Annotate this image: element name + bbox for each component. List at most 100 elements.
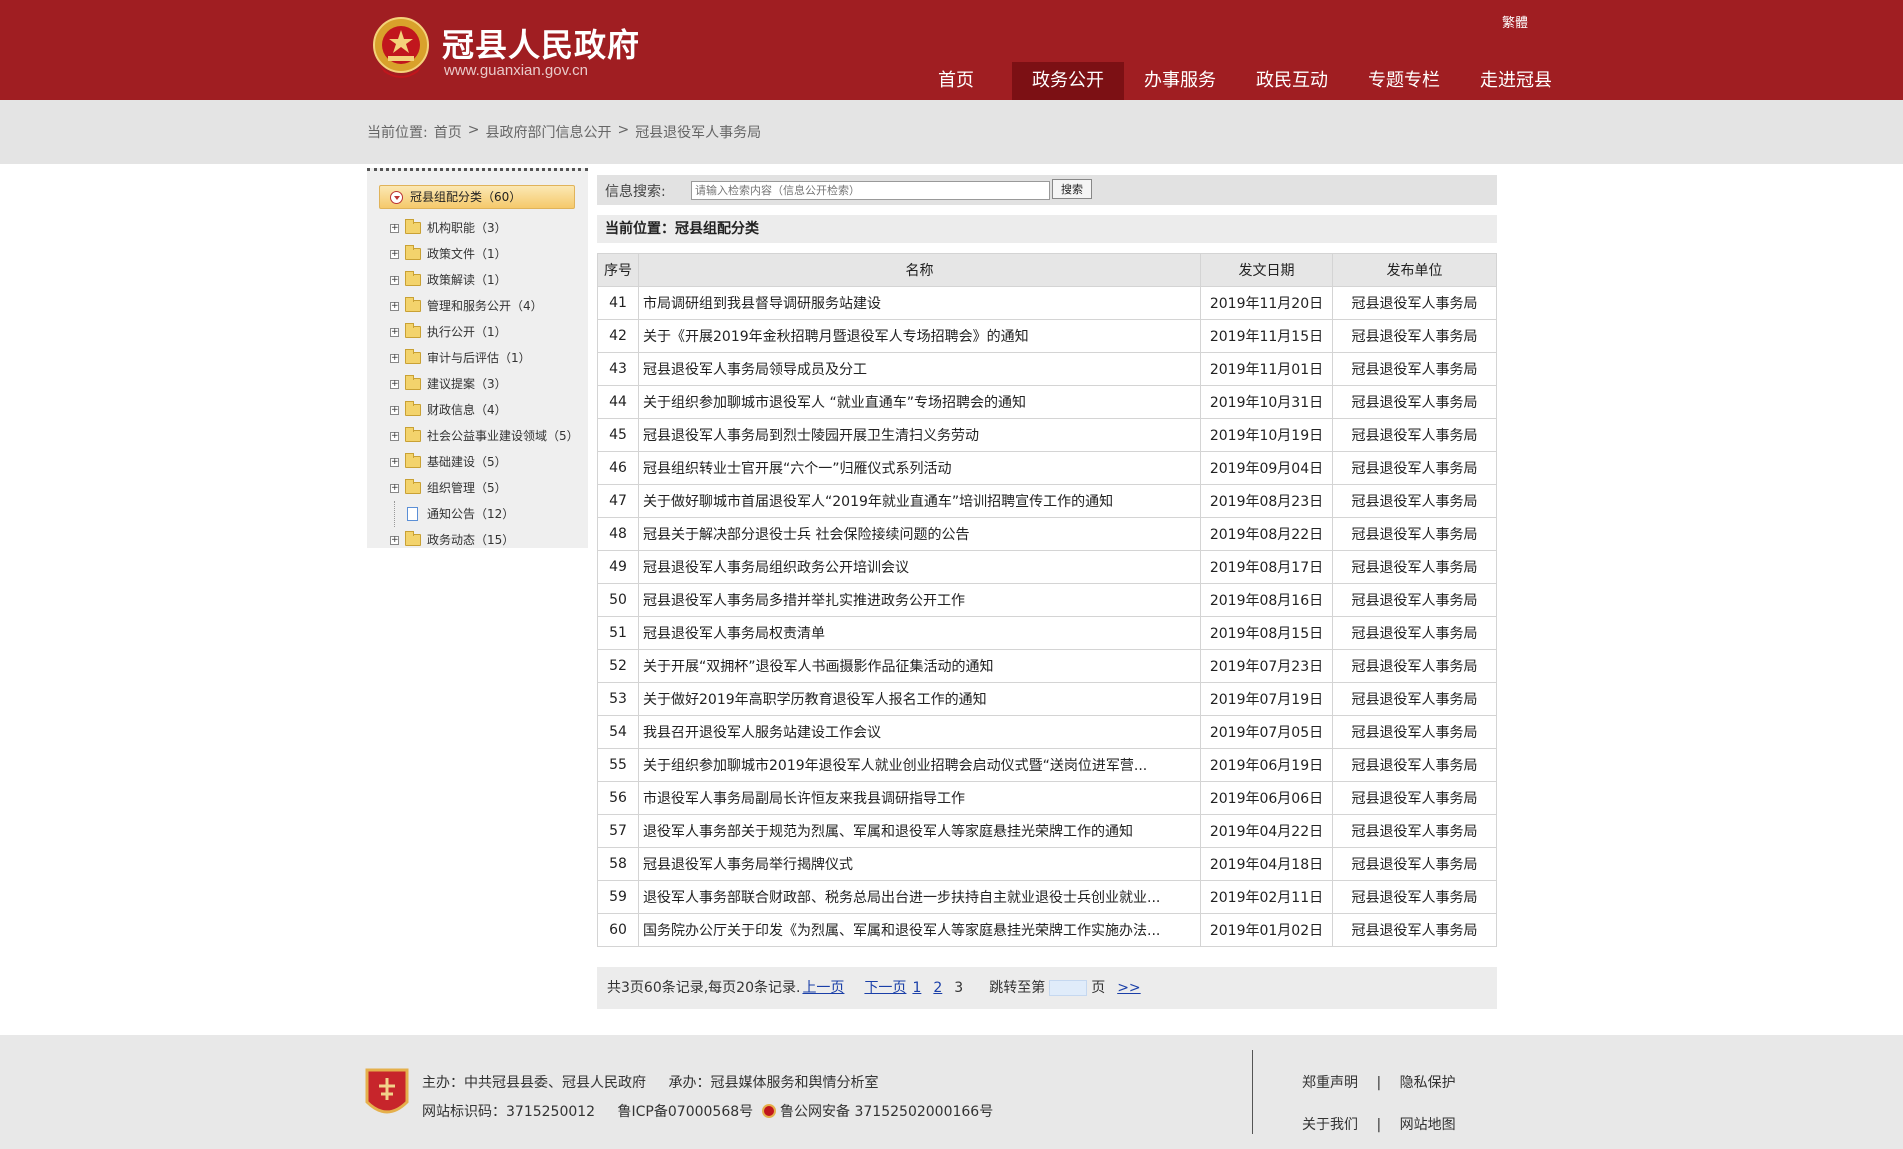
jump-go-link[interactable]: >> bbox=[1117, 967, 1140, 1009]
breadcrumb-dept-info[interactable]: 县政府部门信息公开 bbox=[485, 122, 611, 142]
search-bar: 信息搜索: 搜索 bbox=[597, 175, 1497, 205]
tree-node[interactable]: + 财政信息（4） bbox=[367, 397, 588, 423]
document-title-link[interactable]: 冠县退役军人事务局权责清单 bbox=[638, 616, 1201, 650]
footer-privacy-link[interactable]: 隐私保护 bbox=[1400, 1075, 1456, 1091]
tree-node[interactable]: + 社会公益事业建设领域（5） bbox=[367, 423, 588, 449]
jump-suffix: 页 bbox=[1091, 980, 1106, 996]
party-gov-badge-icon[interactable] bbox=[363, 1066, 411, 1122]
nav-interaction[interactable]: 政民互动 bbox=[1236, 62, 1348, 100]
expand-icon[interactable]: + bbox=[390, 250, 399, 259]
tree-node-label: 审计与后评估（1） bbox=[427, 351, 531, 365]
footer-sitemap-link[interactable]: 网站地图 bbox=[1400, 1117, 1456, 1133]
table-row: 52 关于开展“双拥杯”退役军人书画摄影作品征集活动的通知 2019年07月23日冠… bbox=[597, 649, 1497, 683]
document-title-link[interactable]: 冠县退役军人事务局领导成员及分工 bbox=[638, 352, 1201, 386]
document-title-link[interactable]: 冠县退役军人事务局举行揭牌仪式 bbox=[638, 847, 1201, 881]
document-title-link[interactable]: 国务院办公厅关于印发《为烈属、军属和退役军人等家庭悬挂光荣牌工作实施办法... bbox=[638, 913, 1201, 947]
publish-date: 2019年11月15日 bbox=[1200, 319, 1333, 353]
expand-icon[interactable]: + bbox=[390, 224, 399, 233]
document-title-link[interactable]: 退役军人事务部关于规范为烈属、军属和退役军人等家庭悬挂光荣牌工作的通知 bbox=[638, 814, 1201, 848]
page-1-link[interactable]: 1 bbox=[912, 967, 921, 1009]
document-title-link[interactable]: 关于做好聊城市首届退役军人“2019年就业直通车”培训招聘宣传工作的通知 bbox=[638, 484, 1201, 518]
folder-icon bbox=[405, 323, 421, 338]
breadcrumb-home[interactable]: 首页 bbox=[434, 122, 462, 142]
jump-page-input[interactable] bbox=[1049, 980, 1088, 996]
nav-about-county[interactable]: 走进冠县 bbox=[1460, 62, 1572, 100]
tree-node[interactable]: + 政策解读（1） bbox=[367, 267, 588, 293]
footer-statement-link[interactable]: 郑重声明 bbox=[1302, 1075, 1358, 1091]
document-title-link[interactable]: 关于《开展2019年金秋招聘月暨退役军人专场招聘会》的通知 bbox=[638, 319, 1201, 353]
nav-special-topics[interactable]: 专题专栏 bbox=[1348, 62, 1460, 100]
expand-icon[interactable]: + bbox=[390, 458, 399, 467]
document-title-link[interactable]: 关于组织参加聊城市2019年退役军人就业创业招聘会启动仪式暨“送岗位进军营... bbox=[638, 748, 1201, 782]
tree-node[interactable]: + 政策文件（1） bbox=[367, 241, 588, 267]
expand-icon[interactable]: + bbox=[390, 406, 399, 415]
document-title-link[interactable]: 冠县组织转业士官开展“六个一”归雁仪式系列活动 bbox=[638, 451, 1201, 485]
tree-node[interactable]: + 政务动态（15） bbox=[367, 527, 588, 553]
nav-home[interactable]: 首页 bbox=[900, 62, 1012, 100]
site-title[interactable]: 冠县人民政府 bbox=[442, 20, 640, 66]
icp-link[interactable]: 鲁ICP备07000568号 bbox=[618, 1104, 754, 1120]
footer-about-link[interactable]: 关于我们 bbox=[1302, 1117, 1358, 1133]
tree-node[interactable]: + 管理和服务公开（4） bbox=[367, 293, 588, 319]
expand-icon[interactable]: + bbox=[390, 484, 399, 493]
folder-icon bbox=[405, 297, 421, 312]
prev-page-link[interactable]: 上一页 bbox=[802, 967, 844, 1009]
document-title-link[interactable]: 关于组织参加聊城市退役军人 “就业直通车”专场招聘会的通知 bbox=[638, 385, 1201, 419]
document-title-link[interactable]: 冠县退役军人事务局到烈士陵园开展卫生清扫义务劳动 bbox=[638, 418, 1201, 452]
tree-node[interactable]: + 组织管理（5） bbox=[367, 475, 588, 501]
publishing-unit: 冠县退役军人事务局 bbox=[1332, 913, 1497, 947]
police-record-link[interactable]: 鲁公网安备 37152502000166号 bbox=[780, 1104, 993, 1120]
footer-sponsor: 主办：中共冠县县委、冠县人民政府 承办：冠县媒体服务和舆情分析室 bbox=[422, 1072, 878, 1092]
publishing-unit: 冠县退役军人事务局 bbox=[1332, 715, 1497, 749]
table-row: 45 冠县退役军人事务局到烈士陵园开展卫生清扫义务劳动 2019年10月19日 冠县退… bbox=[597, 418, 1497, 452]
table-row: 44 关于组织参加聊城市退役军人 “就业直通车”专场招聘会的通知 2019年10月3… bbox=[597, 385, 1497, 419]
document-title-link[interactable]: 关于开展“双拥杯”退役军人书画摄影作品征集活动的通知 bbox=[638, 649, 1201, 683]
footer-divider bbox=[1252, 1050, 1253, 1134]
expand-icon[interactable]: + bbox=[390, 536, 399, 545]
page-2-link[interactable]: 2 bbox=[933, 967, 942, 1009]
header-bar: 冠县人民政府 www.guanxian.gov.cn 繁體 首页 政务公开 办事… bbox=[0, 0, 1903, 100]
expand-icon[interactable]: + bbox=[390, 354, 399, 363]
pager-summary: 共3页60条记录,每页20条记录. bbox=[607, 980, 801, 996]
traditional-chinese-link[interactable]: 繁體 bbox=[1502, 12, 1528, 31]
expand-icon[interactable]: + bbox=[390, 380, 399, 389]
document-title-link[interactable]: 关于做好2019年高职学历教育退役军人报名工作的通知 bbox=[638, 682, 1201, 716]
tree-node[interactable]: + 基础建设（5） bbox=[367, 449, 588, 475]
publishing-unit: 冠县退役军人事务局 bbox=[1332, 352, 1497, 386]
publish-date: 2019年01月02日 bbox=[1200, 913, 1333, 947]
document-title-link[interactable]: 退役军人事务部联合财政部、税务总局出台进一步扶持自主就业退役士兵创业就业... bbox=[638, 880, 1201, 914]
next-page-link[interactable]: 下一页 bbox=[864, 967, 906, 1009]
folder-icon bbox=[405, 479, 421, 494]
document-title-link[interactable]: 冠县退役军人事务局组织政务公开培训会议 bbox=[638, 550, 1201, 584]
expand-icon[interactable]: + bbox=[390, 302, 399, 311]
tree-node[interactable]: + 建议提案（3） bbox=[367, 371, 588, 397]
row-number: 42 bbox=[597, 319, 639, 353]
document-title-link[interactable]: 冠县退役军人事务局多措并举扎实推进政务公开工作 bbox=[638, 583, 1201, 617]
publishing-unit: 冠县退役军人事务局 bbox=[1332, 583, 1497, 617]
expand-icon[interactable]: + bbox=[390, 328, 399, 337]
tree-node[interactable]: + 审计与后评估（1） bbox=[367, 345, 588, 371]
tree-node[interactable]: + 执行公开（1） bbox=[367, 319, 588, 345]
document-title-link[interactable]: 冠县关于解决部分退役士兵 社会保险接续问题的公告 bbox=[638, 517, 1201, 551]
search-button[interactable]: 搜索 bbox=[1052, 179, 1092, 199]
tree-node[interactable]: + 机构职能（3） bbox=[367, 215, 588, 241]
nav-services[interactable]: 办事服务 bbox=[1124, 62, 1236, 100]
search-input[interactable] bbox=[691, 181, 1050, 200]
header-unit: 发布单位 bbox=[1332, 253, 1497, 287]
table-row: 49 冠县退役军人事务局组织政务公开培训会议 2019年08月17日 冠县退役军人事务… bbox=[597, 550, 1497, 584]
collapse-icon[interactable] bbox=[390, 191, 403, 204]
expand-icon[interactable]: + bbox=[390, 432, 399, 441]
expand-icon[interactable]: + bbox=[390, 276, 399, 285]
tree-node[interactable]: 通知公告（12） bbox=[367, 501, 588, 527]
folder-icon bbox=[405, 453, 421, 468]
search-label: 信息搜索: bbox=[605, 184, 666, 200]
footer-sep: | bbox=[1376, 1117, 1382, 1133]
document-title-link[interactable]: 市局调研组到我县督导调研服务站建设 bbox=[638, 286, 1201, 320]
main-nav: 首页 政务公开 办事服务 政民互动 专题专栏 走进冠县 bbox=[900, 62, 1572, 100]
tree-node-label: 管理和服务公开（4） bbox=[427, 299, 543, 313]
document-title-link[interactable]: 市退役军人事务局副局长许恒友来我县调研指导工作 bbox=[638, 781, 1201, 815]
document-title-link[interactable]: 我县召开退役军人服务站建设工作会议 bbox=[638, 715, 1201, 749]
nav-government-affairs[interactable]: 政务公开 bbox=[1012, 62, 1124, 100]
tree-root-node[interactable]: 冠县组配分类（60） bbox=[379, 185, 575, 209]
breadcrumb-current[interactable]: 冠县退役军人事务局 bbox=[635, 122, 761, 142]
